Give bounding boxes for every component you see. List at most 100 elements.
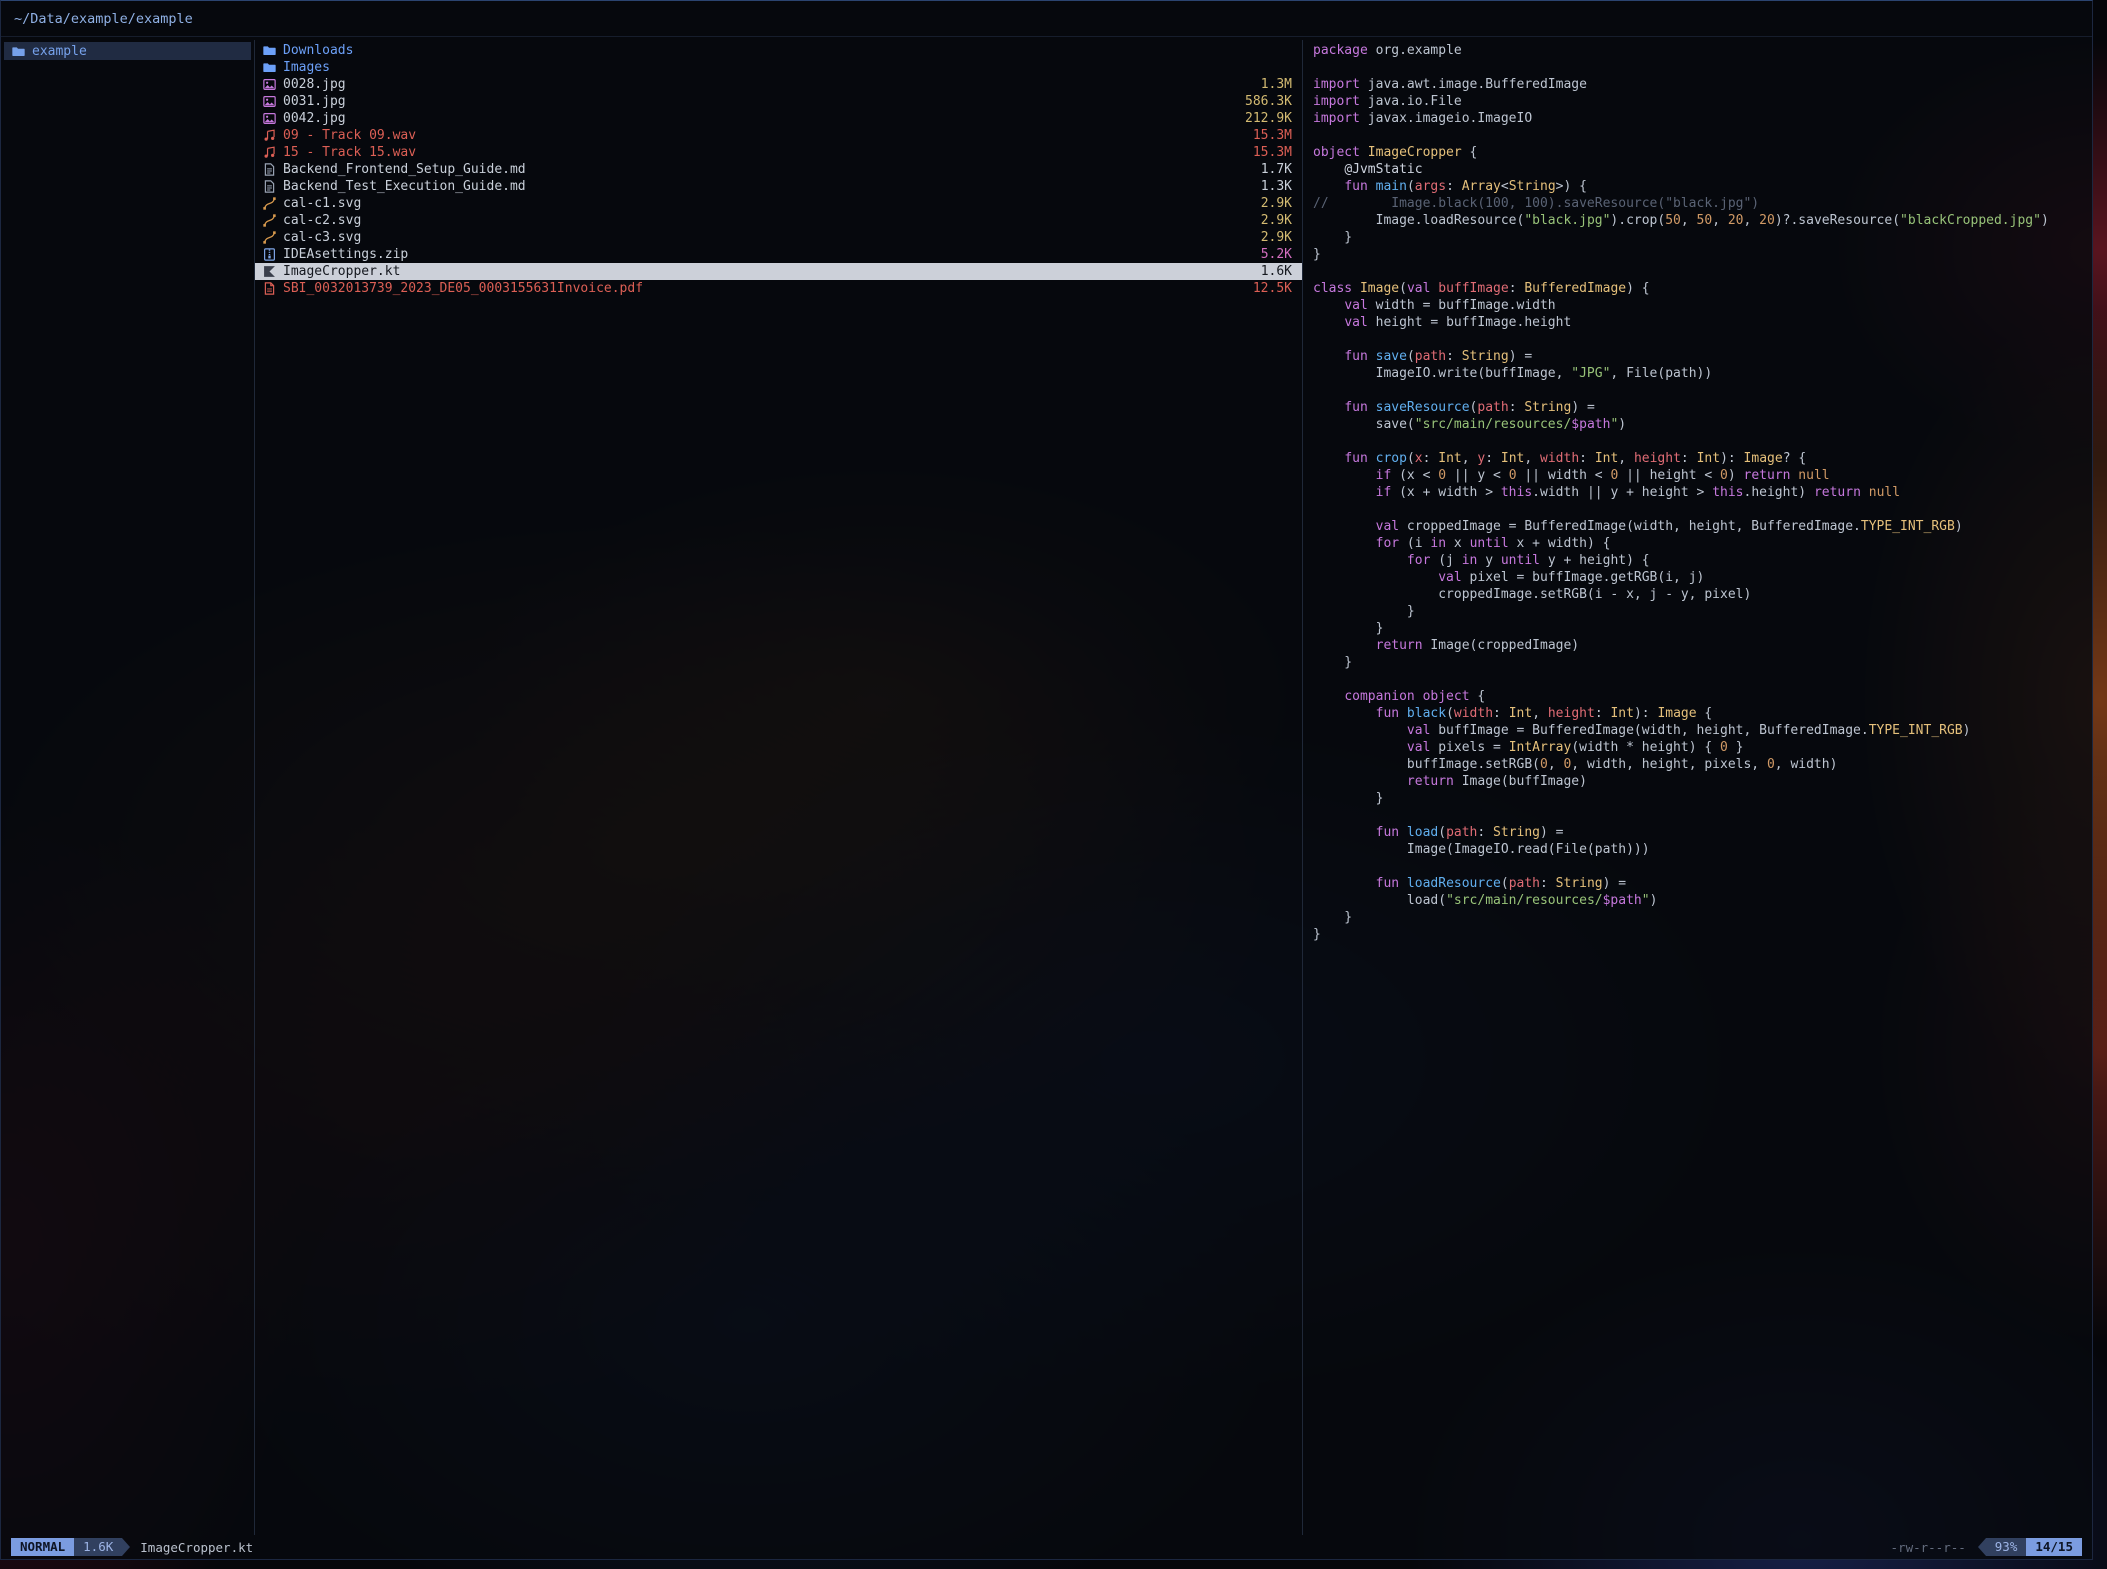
code-line xyxy=(1313,59,2092,76)
code-line: import javax.imageio.ImageIO xyxy=(1313,110,2092,127)
code-line: } xyxy=(1313,926,2092,943)
terminal-window: ~/Data/example/example example Downloads… xyxy=(0,0,2093,1560)
file-size: 15.3M xyxy=(1253,128,1292,143)
scroll-percent-badge: 93% xyxy=(1986,1538,2027,1556)
doc-icon xyxy=(263,163,276,176)
file-name: Downloads xyxy=(283,43,353,58)
code-line: import java.io.File xyxy=(1313,93,2092,110)
code-line: fun main(args: Array<String>) { xyxy=(1313,178,2092,195)
file-size: 1.6K xyxy=(1261,264,1292,279)
code-line: val width = buffImage.width xyxy=(1313,297,2092,314)
file-size: 15.3M xyxy=(1253,145,1292,160)
folder-icon xyxy=(263,44,276,57)
code-line: fun loadResource(path: String) = xyxy=(1313,875,2092,892)
code-line: // Image.black(100, 100).saveResource("b… xyxy=(1313,195,2092,212)
code-line: save("src/main/resources/$path") xyxy=(1313,416,2092,433)
file-row[interactable]: Backend_Test_Execution_Guide.md1.3K xyxy=(255,178,1302,195)
file-permissions: -rw-r--r-- xyxy=(1891,1540,1966,1555)
file-row[interactable]: Downloads xyxy=(255,42,1302,59)
code-line: fun crop(x: Int, y: Int, width: Int, hei… xyxy=(1313,450,2092,467)
code-line: companion object { xyxy=(1313,688,2092,705)
file-size: 1.3M xyxy=(1261,77,1292,92)
mode-badge: NORMAL xyxy=(11,1538,74,1556)
vector-icon xyxy=(263,231,276,244)
file-row[interactable]: Images xyxy=(255,59,1302,76)
file-name: 0028.jpg xyxy=(283,77,346,92)
file-size: 2.9K xyxy=(1261,230,1292,245)
code-line: for (i in x until x + width) { xyxy=(1313,535,2092,552)
doc-icon xyxy=(263,180,276,193)
panes: example DownloadsImages0028.jpg1.3M0031.… xyxy=(1,37,2092,1535)
file-name: cal-c3.svg xyxy=(283,230,361,245)
file-row[interactable]: 0042.jpg 212.9K xyxy=(255,110,1302,127)
code-line: class Image(val buffImage: BufferedImage… xyxy=(1313,280,2092,297)
file-size: 2.9K xyxy=(1261,213,1292,228)
file-row[interactable]: cal-c1.svg2.9K xyxy=(255,195,1302,212)
code-line: } xyxy=(1313,229,2092,246)
file-row[interactable]: 0028.jpg 1.3M xyxy=(255,76,1302,93)
file-name: 0031.jpg xyxy=(283,94,346,109)
code-line: return Image(buffImage) xyxy=(1313,773,2092,790)
status-right: -rw-r--r-- 93% 14/15 xyxy=(1891,1538,2082,1556)
file-row[interactable]: cal-c3.svg 2.9K xyxy=(255,229,1302,246)
image-icon xyxy=(263,78,276,91)
file-name: cal-c1.svg xyxy=(283,196,361,211)
zip-icon xyxy=(263,248,276,261)
code-line: return Image(croppedImage) xyxy=(1313,637,2092,654)
code-line: @JvmStatic xyxy=(1313,161,2092,178)
code-line: } xyxy=(1313,654,2092,671)
code-line: package org.example xyxy=(1313,42,2092,59)
image-icon xyxy=(263,95,276,108)
image-icon xyxy=(263,112,276,125)
code-line: val pixel = buffImage.getRGB(i, j) xyxy=(1313,569,2092,586)
file-size: 1.7K xyxy=(1261,162,1292,177)
code-line: fun black(width: Int, height: Int): Imag… xyxy=(1313,705,2092,722)
code-line: } xyxy=(1313,909,2092,926)
code-line: Image.loadResource("black.jpg").crop(50,… xyxy=(1313,212,2092,229)
file-name: ImageCropper.kt xyxy=(283,264,400,279)
code-line xyxy=(1313,433,2092,450)
code-line: } xyxy=(1313,790,2092,807)
code-line xyxy=(1313,263,2092,280)
code-line xyxy=(1313,501,2092,518)
dir-name: example xyxy=(32,44,87,59)
file-size-badge: 1.6K xyxy=(74,1538,122,1556)
file-row[interactable]: Backend_Frontend_Setup_Guide.md 1.7K xyxy=(255,161,1302,178)
file-size: 12.5K xyxy=(1253,281,1292,296)
status-filename: ImageCropper.kt xyxy=(140,1540,253,1555)
file-size: 212.9K xyxy=(1245,111,1292,126)
file-size: 586.3K xyxy=(1245,94,1292,109)
file-name: 09 - Track 09.wav xyxy=(283,128,416,143)
audio-icon xyxy=(263,146,276,159)
file-row[interactable]: ImageCropper.kt 1.6K xyxy=(255,263,1302,280)
parent-pane: example xyxy=(1,40,254,1535)
file-row[interactable]: SBI_0032013739_2023_DE05_0003155631Invoi… xyxy=(255,280,1302,297)
code-line xyxy=(1313,331,2092,348)
status-bar: NORMAL 1.6K ImageCropper.kt -rw-r--r-- 9… xyxy=(1,1535,2092,1559)
file-name: Backend_Test_Execution_Guide.md xyxy=(283,179,526,194)
file-name: Backend_Frontend_Setup_Guide.md xyxy=(283,162,526,177)
file-row[interactable]: 09 - Track 09.wav 15.3M xyxy=(255,127,1302,144)
code-line: } xyxy=(1313,603,2092,620)
code-line: } xyxy=(1313,246,2092,263)
code-line: ImageIO.write(buffImage, "JPG", File(pat… xyxy=(1313,365,2092,382)
code-line xyxy=(1313,382,2092,399)
file-row[interactable]: cal-c2.svg2.9K xyxy=(255,212,1302,229)
code-line: val croppedImage = BufferedImage(width, … xyxy=(1313,518,2092,535)
file-row[interactable]: 15 - Track 15.wav15.3M xyxy=(255,144,1302,161)
file-name: IDEAsettings.zip xyxy=(283,247,408,262)
kotlin-icon xyxy=(263,265,276,278)
code-line: object ImageCropper { xyxy=(1313,144,2092,161)
code-line: Image(ImageIO.read(File(path))) xyxy=(1313,841,2092,858)
code-line: croppedImage.setRGB(i - x, j - y, pixel) xyxy=(1313,586,2092,603)
parent-dir-item[interactable]: example xyxy=(4,42,251,60)
file-name: Images xyxy=(283,60,330,75)
code-line: fun saveResource(path: String) = xyxy=(1313,399,2092,416)
code-line xyxy=(1313,671,2092,688)
file-row[interactable]: IDEAsettings.zip5.2K xyxy=(255,246,1302,263)
file-name: 0042.jpg xyxy=(283,111,346,126)
status-left: NORMAL 1.6K ImageCropper.kt xyxy=(11,1538,253,1556)
pdf-icon xyxy=(263,282,276,295)
file-list: Downloads Images 0028.jpg 1.3M 0031.jpg 586.3… xyxy=(254,40,1302,1535)
file-row[interactable]: 0031.jpg 586.3K xyxy=(255,93,1302,110)
